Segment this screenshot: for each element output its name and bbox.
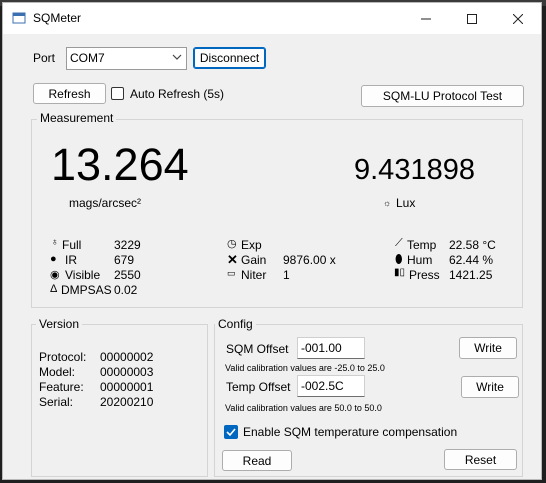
serial-value: 20200210: [100, 395, 154, 409]
title-bar: SQMeter: [3, 3, 541, 34]
feature-label: Feature:: [39, 380, 84, 394]
dmpsas-label: DMPSAS: [61, 283, 112, 297]
close-button[interactable]: [495, 3, 541, 34]
clock-icon: ◷: [227, 238, 237, 250]
chevron-down-icon: [172, 54, 182, 60]
protocol-label: Protocol:: [39, 350, 87, 364]
full-value: 3229: [114, 238, 141, 252]
minimize-button[interactable]: [403, 3, 449, 34]
sqm-offset-label: SQM Offset: [226, 342, 289, 356]
model-value: 00000003: [100, 365, 154, 379]
sqm-value: 13.264: [51, 139, 189, 190]
gain-value: 9876.00 x: [283, 253, 336, 267]
port-select-value: COM7: [70, 51, 105, 65]
sqm-unit: mags/arcsec²: [69, 196, 142, 210]
gain-label: Gain: [241, 253, 267, 267]
exp-label: Exp: [241, 238, 262, 252]
thermometer-icon: ⟋: [395, 237, 403, 249]
serial-label: Serial:: [39, 395, 74, 409]
temp-offset-label: Temp Offset: [226, 380, 291, 394]
temp-value: 22.58 °C: [449, 238, 496, 252]
checkmark-icon: [226, 428, 236, 437]
sqm-offset-hint: Valid calibration values are -25.0 to 25…: [225, 363, 385, 373]
bulb-icon: ♁: [51, 237, 59, 248]
temp-offset-hint: Valid calibration values are 50.0 to 50.…: [225, 403, 382, 413]
lux-value: 9.431898: [354, 154, 475, 186]
delta-icon: Δ: [50, 283, 58, 295]
sqm-offset-input[interactable]: [297, 337, 365, 359]
temp-offset-input[interactable]: [297, 375, 365, 397]
temp-offset-write-button[interactable]: Write: [461, 376, 519, 398]
config-group-title: Config: [215, 317, 256, 331]
lux-unit: Lux: [396, 196, 416, 210]
model-label: Model:: [39, 365, 76, 379]
niter-icon: ▭: [227, 268, 236, 278]
visible-value: 2550: [114, 268, 141, 282]
press-value: 1421.25: [449, 268, 493, 282]
port-select[interactable]: COM7: [66, 47, 187, 70]
press-label: Press: [409, 268, 440, 282]
sqm-offset-write-button[interactable]: Write: [459, 337, 517, 359]
feature-value: 00000001: [100, 380, 154, 394]
ir-label: IR: [65, 253, 77, 267]
hum-label: Hum: [407, 253, 433, 267]
maximize-icon: [467, 13, 477, 24]
measurement-group-title: Measurement: [37, 111, 117, 125]
eye-icon: ◉: [50, 269, 60, 281]
maximize-button[interactable]: [449, 3, 495, 34]
auto-refresh-checkbox[interactable]: [111, 87, 124, 100]
refresh-button[interactable]: Refresh: [33, 83, 106, 104]
temp-label: Temp: [407, 238, 437, 252]
droplet-icon: ⬮: [395, 252, 403, 266]
protocol-test-button[interactable]: SQM-LU Protocol Test: [361, 85, 524, 107]
sun-icon: ☼: [383, 198, 392, 208]
temp-compensation-checkbox[interactable]: [224, 425, 238, 439]
reset-button[interactable]: Reset: [444, 449, 517, 470]
gain-icon: ✕: [227, 252, 238, 267]
niter-value: 1: [283, 268, 290, 282]
read-button[interactable]: Read: [222, 450, 292, 471]
protocol-value: 00000002: [100, 350, 154, 364]
app-icon: [12, 12, 26, 24]
niter-label: Niter: [241, 268, 267, 282]
port-label: Port: [33, 51, 56, 65]
temp-compensation-label: Enable SQM temperature compensation: [243, 425, 458, 439]
dmpsas-value: 0.02: [114, 283, 138, 297]
close-icon: [513, 13, 523, 24]
visible-label: Visible: [65, 268, 101, 282]
window-title: SQMeter: [33, 11, 82, 25]
hum-value: 62.44 %: [449, 253, 494, 267]
disconnect-button[interactable]: Disconnect: [193, 47, 266, 69]
ir-value: 679: [114, 253, 135, 267]
app-window: SQMeter Port COM7 Disconnect Refresh Aut…: [2, 2, 542, 480]
auto-refresh-label: Auto Refresh (5s): [130, 87, 225, 101]
version-group-title: Version: [36, 317, 83, 331]
pressure-icon: ▮▯: [394, 267, 406, 278]
full-label: Full: [62, 238, 82, 252]
minimize-icon: [421, 18, 431, 19]
ir-icon: ●: [50, 253, 57, 265]
